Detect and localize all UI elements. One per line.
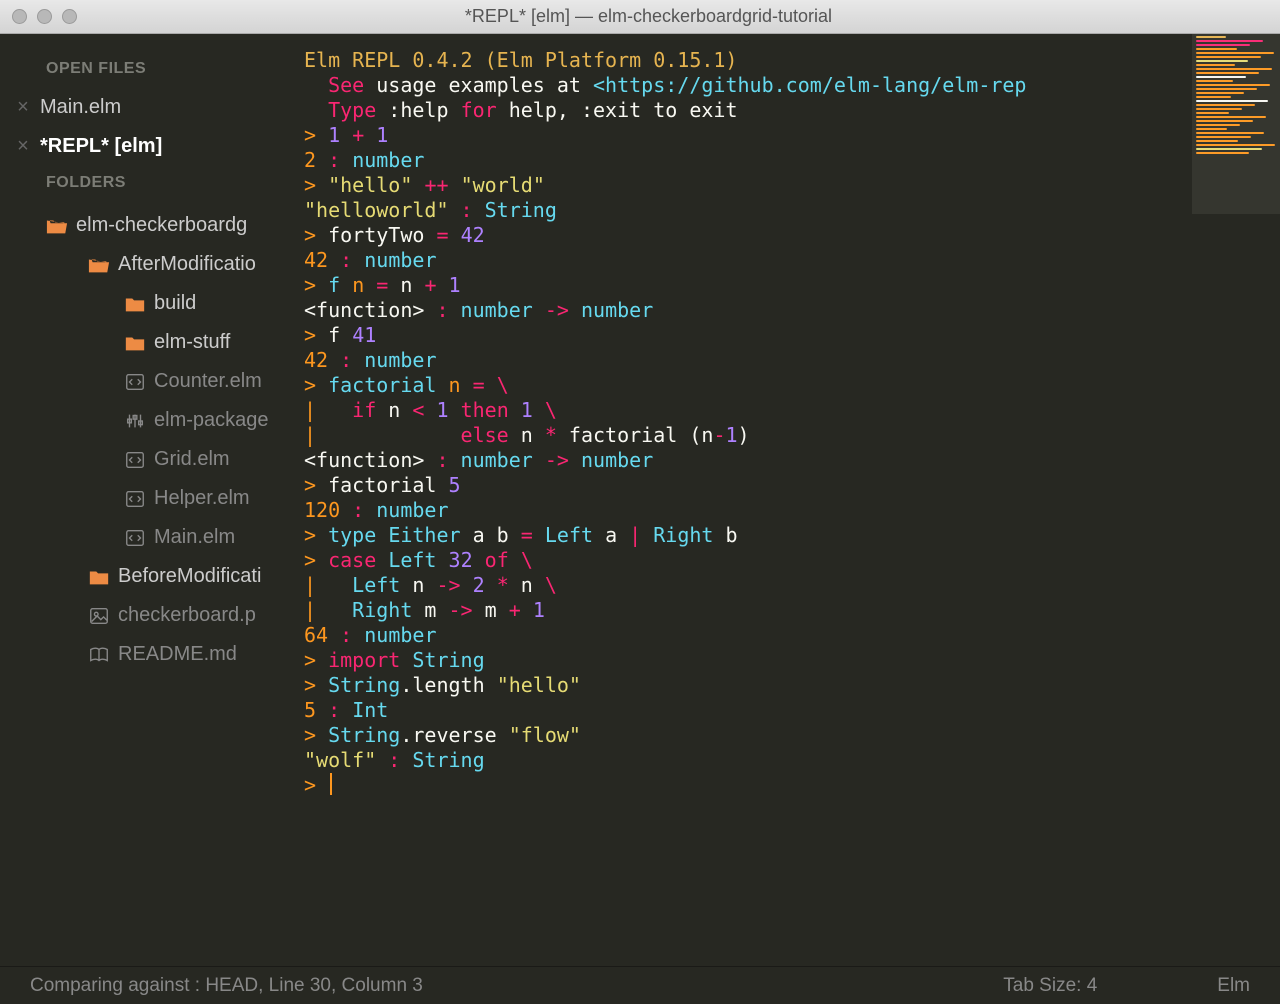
- close-window-button[interactable]: [12, 9, 27, 24]
- open-file-name: Main.elm: [40, 96, 121, 119]
- minimize-window-button[interactable]: [37, 9, 52, 24]
- repl-output[interactable]: Elm REPL 0.4.2 (Elm Platform 0.15.1) See…: [300, 34, 1280, 798]
- titlebar: *REPL* [elm] — elm-checkerboardgrid-tuto…: [0, 0, 1280, 34]
- open-files-heading: OPEN FILES: [0, 52, 300, 88]
- zoom-window-button[interactable]: [62, 9, 77, 24]
- open-file-item[interactable]: × *REPL* [elm]: [0, 127, 300, 166]
- folders-heading: FOLDERS: [0, 166, 300, 202]
- file-item[interactable]: README.md: [0, 635, 300, 674]
- folder-item[interactable]: BeforeModificati: [0, 557, 300, 596]
- window-title: *REPL* [elm] — elm-checkerboardgrid-tuto…: [89, 6, 1208, 27]
- tree-item-label: Counter.elm: [154, 370, 262, 393]
- status-tab-size[interactable]: Tab Size: 4: [1003, 975, 1097, 997]
- file-item[interactable]: Counter.elm: [0, 362, 300, 401]
- statusbar: Comparing against : HEAD, Line 30, Colum…: [0, 966, 1280, 1004]
- tree-item-label: AfterModificatio: [118, 253, 256, 276]
- sidebar: OPEN FILES × Main.elm × *REPL* [elm] FOLDER…: [0, 34, 300, 966]
- cursor: [330, 773, 332, 795]
- minimap[interactable]: [1192, 34, 1280, 214]
- tree-item-label: Helper.elm: [154, 487, 250, 510]
- tree-item-label: BeforeModificati: [118, 565, 261, 588]
- tree-item-label: elm-checkerboardg: [76, 214, 247, 237]
- tree-item-label: elm-stuff: [154, 331, 230, 354]
- tree-item-label: Grid.elm: [154, 448, 230, 471]
- file-item[interactable]: elm-package: [0, 401, 300, 440]
- editor-area[interactable]: Elm REPL 0.4.2 (Elm Platform 0.15.1) See…: [300, 34, 1280, 966]
- status-position[interactable]: Comparing against : HEAD, Line 30, Colum…: [30, 975, 1003, 997]
- status-syntax[interactable]: Elm: [1217, 975, 1250, 997]
- tree-item-label: build: [154, 292, 196, 315]
- file-item[interactable]: Main.elm: [0, 518, 300, 557]
- file-item[interactable]: Helper.elm: [0, 479, 300, 518]
- folder-item[interactable]: elm-checkerboardg: [0, 206, 300, 245]
- close-icon[interactable]: ×: [14, 135, 32, 158]
- folder-item[interactable]: build: [0, 284, 300, 323]
- file-item[interactable]: checkerboard.p: [0, 596, 300, 635]
- folder-item[interactable]: AfterModificatio: [0, 245, 300, 284]
- open-file-name: *REPL* [elm]: [40, 135, 162, 158]
- tree-item-label: elm-package: [154, 409, 269, 432]
- folder-item[interactable]: elm-stuff: [0, 323, 300, 362]
- tree-item-label: README.md: [118, 643, 237, 666]
- file-item[interactable]: Grid.elm: [0, 440, 300, 479]
- traffic-lights: [12, 9, 77, 24]
- tree-item-label: Main.elm: [154, 526, 235, 549]
- tree-item-label: checkerboard.p: [118, 604, 256, 627]
- close-icon[interactable]: ×: [14, 96, 32, 119]
- open-file-item[interactable]: × Main.elm: [0, 88, 300, 127]
